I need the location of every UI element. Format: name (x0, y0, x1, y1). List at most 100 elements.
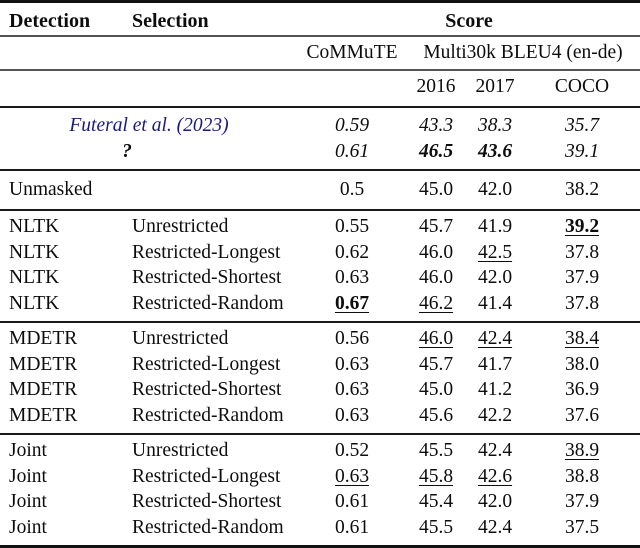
cell-detection: NLTK (9, 267, 60, 288)
cell-commute: 0.55 (334, 216, 370, 237)
cell-2017: 43.6 (477, 140, 513, 162)
column-header-coco: COCO (554, 76, 610, 98)
results-table-container: Detection Selection Score CoMMuTE Multi3… (0, 0, 640, 548)
header-blank-selection (118, 37, 298, 69)
cell-commute: 0.63 (334, 465, 370, 487)
cell-2016: 45.7 (418, 216, 454, 237)
cell-detection: Unmasked (9, 179, 93, 201)
cell-coco: 38.9 (564, 440, 600, 461)
cell-selection: Unrestricted (132, 328, 229, 349)
table-row: NLTK Restricted-Longest 0.62 46.0 42.5 3… (0, 240, 640, 266)
table-row: Joint Restricted-Shortest 0.61 45.4 42.0… (0, 489, 640, 515)
cell-coco: 38.2 (564, 179, 600, 201)
cell-detection: MDETR (9, 353, 78, 375)
cell-detection: NLTK (9, 216, 60, 237)
cell-detection: Joint (9, 440, 47, 461)
table-row: NLTK Restricted-Random 0.67 46.2 41.4 37… (0, 291, 640, 317)
column-header-2017: 2017 (475, 76, 515, 98)
cell-coco: 37.5 (564, 516, 600, 538)
cell-2016: 45.0 (418, 179, 454, 201)
cell-coco: 37.6 (564, 404, 600, 426)
cell-2016: 46.5 (418, 140, 454, 162)
cell-detection: NLTK (9, 241, 60, 263)
cell-selection: Restricted-Longest (132, 353, 281, 375)
table-row: MDETR Unrestricted 0.56 46.0 42.4 38.4 (0, 326, 640, 352)
cell-2017: 42.0 (477, 491, 513, 512)
cell-commute: 0.67 (334, 292, 370, 314)
cell-2016: 45.5 (418, 516, 454, 538)
cell-2017: 41.7 (477, 353, 513, 375)
cell-coco: 38.0 (564, 353, 600, 375)
cell-coco: 37.9 (564, 491, 600, 512)
cell-detection: MDETR (9, 379, 78, 400)
table-row: MDETR Restricted-Longest 0.63 45.7 41.7 … (0, 352, 640, 378)
cell-detection: MDETR (9, 328, 78, 349)
cell-2016: 43.3 (418, 115, 454, 136)
table-row: ? 0.61 46.5 43.6 39.1 (0, 139, 640, 165)
cell-2017: 42.5 (477, 241, 513, 263)
table-row: Joint Restricted-Longest 0.63 45.8 42.6 … (0, 464, 640, 490)
table-row: NLTK Unrestricted 0.55 45.7 41.9 39.2 (0, 214, 640, 240)
cell-commute: 0.63 (334, 404, 370, 426)
cell-2017: 42.4 (477, 328, 513, 349)
cell-2016: 46.0 (418, 267, 454, 288)
cell-commute: 0.61 (334, 491, 370, 512)
table-row[interactable]: Futeral et al. (2023) 0.59 43.3 38.3 35.… (0, 113, 640, 139)
cell-coco: 36.9 (564, 379, 600, 400)
table-row: MDETR Restricted-Random 0.63 45.6 42.2 3… (0, 403, 640, 429)
cell-commute: 0.56 (334, 328, 370, 349)
cell-2017: 42.6 (477, 465, 513, 487)
cell-commute: 0.63 (334, 267, 370, 288)
header-blank-selection-2 (118, 71, 298, 103)
column-header-multi30k: Multi30k BLEU4 (en-de) (423, 42, 623, 64)
cell-2016: 46.2 (418, 292, 454, 314)
cell-selection: Unrestricted (132, 440, 229, 461)
cell-selection: Restricted-Shortest (132, 267, 282, 288)
cell-2017: 38.3 (477, 115, 513, 136)
cell-selection: Restricted-Random (132, 292, 284, 314)
cell-selection: Restricted-Shortest (132, 379, 282, 400)
cell-coco: 37.8 (564, 292, 600, 314)
cell-selection: Restricted-Random (132, 404, 284, 426)
header-blank-detection-2 (0, 71, 118, 103)
cell-detection: Joint (9, 465, 47, 487)
table-row: MDETR Restricted-Shortest 0.63 45.0 41.2… (0, 377, 640, 403)
cell-coco: 39.1 (564, 140, 600, 162)
cell-2017: 42.4 (477, 516, 513, 538)
cell-2016: 45.6 (418, 404, 454, 426)
cell-commute: 0.52 (334, 440, 370, 461)
cell-selection: Restricted-Longest (132, 241, 281, 263)
cell-detection: Joint (9, 491, 47, 512)
cell-2016: 46.0 (418, 328, 454, 349)
cell-2016: 45.4 (418, 491, 454, 512)
cell-commute: 0.63 (334, 379, 370, 400)
table-row: NLTK Restricted-Shortest 0.63 46.0 42.0 … (0, 265, 640, 291)
cell-coco: 37.8 (564, 241, 600, 263)
header-blank-commute-2 (298, 71, 406, 103)
cell-coco: 38.8 (564, 465, 600, 487)
cell-citation[interactable]: Futeral et al. (2023) (0, 113, 298, 139)
cell-selection: Restricted-Shortest (132, 491, 282, 512)
cell-2016: 45.5 (418, 440, 454, 461)
table-row: Joint Restricted-Random 0.61 45.5 42.4 3… (0, 515, 640, 541)
cell-2016: 45.8 (418, 465, 454, 487)
column-header-commute: CoMMuTE (306, 42, 398, 64)
cell-selection: Restricted-Longest (132, 465, 281, 487)
table-row: Joint Unrestricted 0.52 45.5 42.4 38.9 (0, 438, 640, 464)
table-body: Detection Selection Score CoMMuTE Multi3… (0, 0, 640, 548)
cell-2016: 45.7 (418, 353, 454, 375)
cell-selection: Restricted-Random (132, 516, 284, 538)
cell-2017: 42.2 (477, 404, 513, 426)
cell-2017: 42.4 (477, 440, 513, 461)
cell-2016: 45.0 (418, 379, 454, 400)
cell-detection: Joint (9, 516, 47, 538)
header-row-bottom: 2016 2017 COCO (0, 71, 640, 103)
cell-2017: 41.2 (477, 379, 513, 400)
cell-coco: 37.9 (564, 267, 600, 288)
cell-coco: 38.4 (564, 328, 600, 349)
cell-2017: 41.9 (477, 216, 513, 237)
cell-selection (118, 176, 298, 204)
cell-commute: 0.5 (339, 179, 365, 201)
table-row: Unmasked 0.5 45.0 42.0 38.2 (0, 176, 640, 204)
results-table: Detection Selection Score CoMMuTE Multi3… (0, 0, 640, 548)
